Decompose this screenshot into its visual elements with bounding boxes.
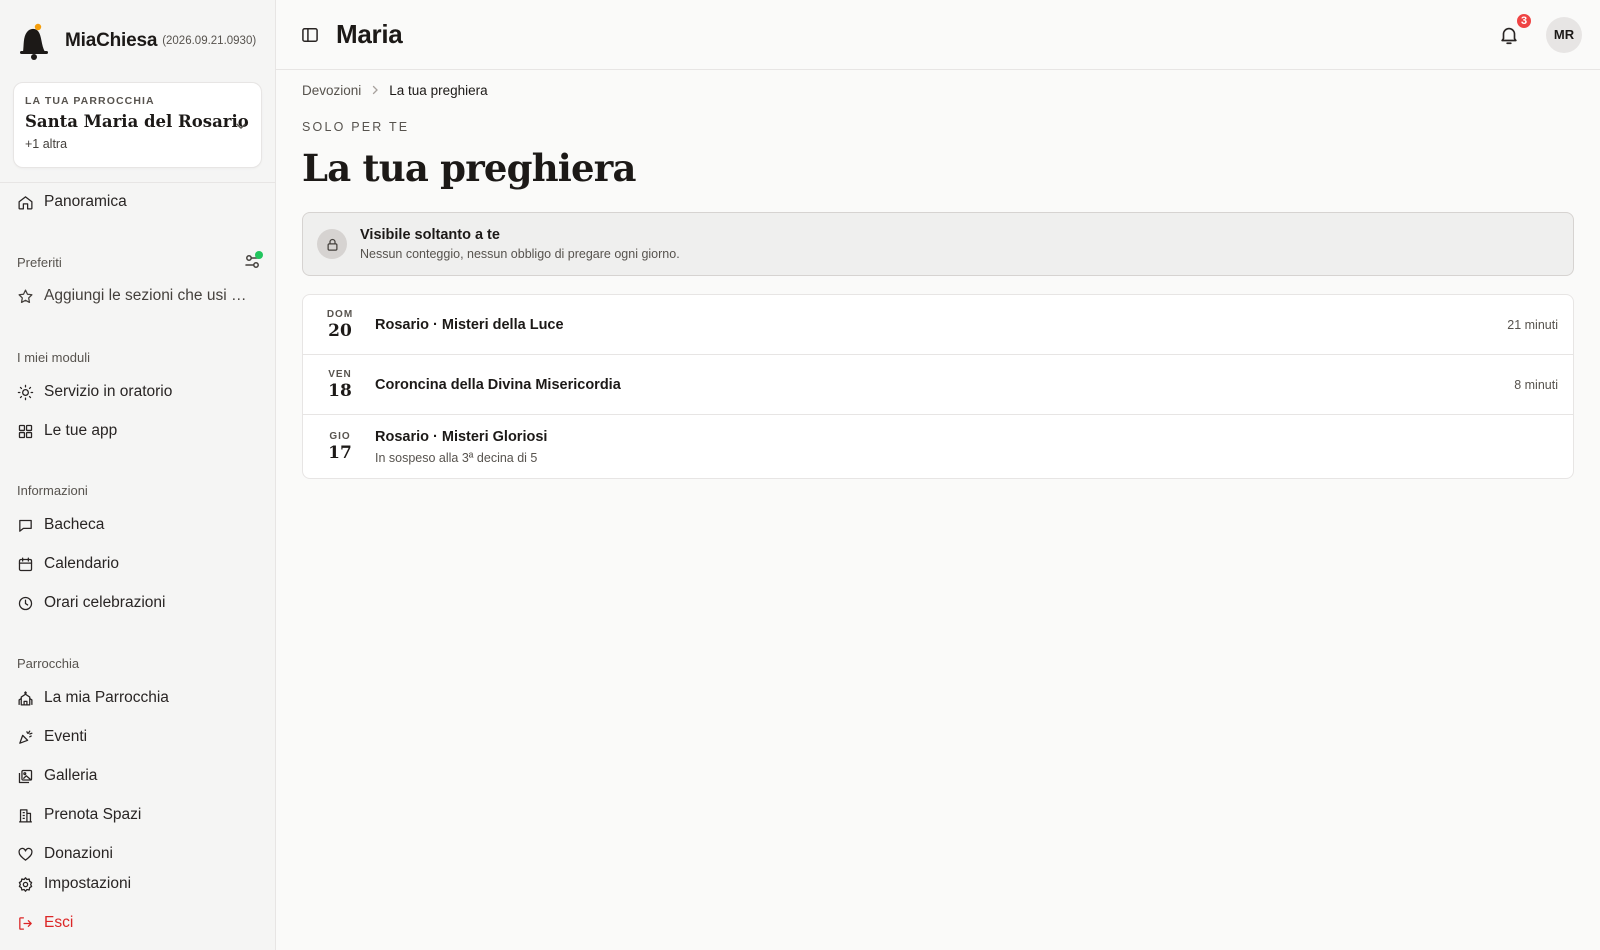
page-user-name: Maria: [336, 19, 403, 49]
sidebar-item-apps[interactable]: Le tue app: [17, 419, 117, 443]
sidebar-item-label: Donazioni: [44, 845, 113, 862]
session-duration: 8 minuti: [1514, 377, 1558, 392]
section-label-parish: Parrocchia: [17, 656, 80, 671]
parish-selector[interactable]: LA TUA PARROCCHIA Santa Maria del Rosari…: [13, 82, 262, 168]
page-kicker: SOLO PER TE: [302, 120, 410, 134]
sidebar-item-events[interactable]: Eventi: [17, 725, 87, 749]
heart-icon: [18, 847, 33, 861]
sidebar-item-gallery[interactable]: Galleria: [17, 764, 97, 788]
session-date: VEN 18: [317, 369, 363, 401]
sidebar-item-label: Calendario: [44, 555, 119, 572]
session-weekday: VEN: [328, 368, 352, 380]
chevron-right-icon: [373, 85, 379, 95]
session-title: Rosario · Misteri Gloriosi: [375, 428, 548, 445]
sidebar-item-overview[interactable]: Panoramica: [17, 190, 127, 214]
page-title: La tua preghiera: [302, 146, 636, 190]
message-square-icon: [19, 519, 32, 532]
sidebar-item-board[interactable]: Bacheca: [17, 513, 104, 537]
logout-button[interactable]: Esci: [17, 911, 73, 935]
section-label-info: Informazioni: [17, 483, 88, 498]
building-icon: [19, 808, 32, 823]
prayer-session-row[interactable]: VEN 18 Coroncina della Divina Misericord…: [303, 355, 1573, 415]
privacy-subtitle: Nessun conteggio, nessun obbligo di preg…: [360, 247, 680, 261]
parish-more-count: +1 altra: [25, 137, 68, 151]
brand-version: (2026.09.21.0930): [162, 35, 257, 47]
sidebar-item-oratory-service[interactable]: Servizio in oratorio: [17, 380, 172, 404]
session-day: 18: [328, 380, 352, 401]
sidebar-item-label: Prenota Spazi: [44, 806, 142, 823]
session-title: Rosario · Misteri della Luce: [375, 316, 564, 333]
home-icon: [18, 195, 33, 210]
sidebar-item-label: Aggiungi le sezioni che usi di più: [44, 287, 254, 304]
sidebar-item-label: La mia Parrocchia: [44, 689, 169, 706]
chevron-down-icon: [236, 123, 246, 129]
sidebar-item-label: Galleria: [44, 767, 98, 784]
breadcrumb-link-devotions[interactable]: Devozioni: [302, 83, 361, 98]
session-progress-note: In sospeso alla 3ª decina di 5: [375, 450, 538, 465]
sidebar-item-label: Orari celebrazioni: [44, 594, 166, 611]
sidebar-item-book-spaces[interactable]: Prenota Spazi: [17, 803, 141, 827]
star-icon: [18, 288, 33, 303]
session-weekday: DOM: [326, 308, 354, 320]
main-content: Maria 3 MR Devozioni La tua preghiera SO…: [276, 0, 1600, 950]
sidebar-item-add-favorites[interactable]: Aggiungi le sezioni che usi di più: [17, 284, 254, 308]
session-date: DOM 20: [317, 309, 363, 341]
avatar[interactable]: MR: [1546, 16, 1582, 53]
parish-name: Santa Maria del Rosario: [25, 112, 249, 131]
sidebar-item-donations[interactable]: Donazioni: [17, 842, 113, 866]
breadcrumb: Devozioni La tua preghiera: [302, 80, 1574, 100]
notification-badge: 3: [1515, 11, 1533, 30]
gear-icon: [18, 876, 33, 892]
session-date: GIO 17: [317, 431, 363, 463]
bell-logo-icon: [20, 23, 48, 60]
privacy-notice: Visibile soltanto a te Nessun conteggio,…: [302, 212, 1574, 276]
sidebar-item-label: Panoramica: [44, 193, 127, 210]
lock-icon: [327, 238, 337, 251]
prayer-session-row[interactable]: DOM 20 Rosario · Misteri della Luce 21 m…: [303, 295, 1573, 355]
calendar-icon: [18, 556, 33, 571]
log-out-icon: [19, 916, 32, 930]
status-dot: [255, 251, 263, 259]
sidebar-item-label: Eventi: [44, 728, 88, 745]
images-icon: [18, 769, 33, 783]
lock-badge: [317, 229, 347, 259]
party-popper-icon: [19, 729, 33, 744]
privacy-title: Visibile soltanto a te: [360, 227, 500, 243]
brand-name: MiaChiesa: [65, 30, 158, 51]
breadcrumb-current: La tua preghiera: [389, 82, 488, 98]
notifications-button[interactable]: 3: [1498, 11, 1533, 46]
sidebar-item-label: Servizio in oratorio: [44, 383, 173, 400]
sidebar-item-calendar[interactable]: Calendario: [17, 552, 119, 576]
sidebar-item-label: Impostazioni: [44, 875, 132, 892]
grid-icon: [18, 424, 33, 438]
section-label-favorites: Preferiti: [17, 255, 62, 270]
sun-icon: [17, 384, 34, 400]
sidebar-toggle-button[interactable]: [300, 25, 320, 45]
session-day: 17: [328, 442, 352, 463]
topbar: Maria 3 MR: [276, 0, 1600, 70]
church-icon: [18, 690, 33, 706]
prayer-session-list: DOM 20 Rosario · Misteri della Luce 21 m…: [302, 294, 1574, 479]
customize-favorites-button[interactable]: [243, 251, 263, 271]
sidebar-item-label: Bacheca: [44, 516, 105, 533]
session-weekday: GIO: [329, 430, 351, 442]
panel-left-icon: [302, 27, 318, 42]
sidebar-item-mass-times[interactable]: Orari celebrazioni: [17, 591, 165, 615]
sidebar-divider: [0, 182, 275, 183]
logout-label: Esci: [44, 914, 74, 931]
sidebar-item-settings[interactable]: Impostazioni: [17, 872, 131, 896]
session-duration: 21 minuti: [1507, 317, 1558, 332]
prayer-session-row[interactable]: GIO 17 Rosario · Misteri Gloriosi In sos…: [303, 415, 1573, 478]
parish-kicker: LA TUA PARROCCHIA: [25, 95, 155, 107]
sidebar-item-label: Le tue app: [44, 422, 118, 439]
section-label-modules: I miei moduli: [17, 350, 90, 365]
clock-icon: [18, 596, 33, 610]
sidebar-item-my-parish[interactable]: La mia Parrocchia: [17, 686, 169, 710]
session-title: Coroncina della Divina Misericordia: [375, 376, 621, 393]
brand[interactable]: MiaChiesa (2026.09.21.0930): [0, 0, 275, 82]
session-day: 20: [328, 320, 352, 341]
sidebar: MiaChiesa (2026.09.21.0930) LA TUA PARRO…: [0, 0, 276, 950]
